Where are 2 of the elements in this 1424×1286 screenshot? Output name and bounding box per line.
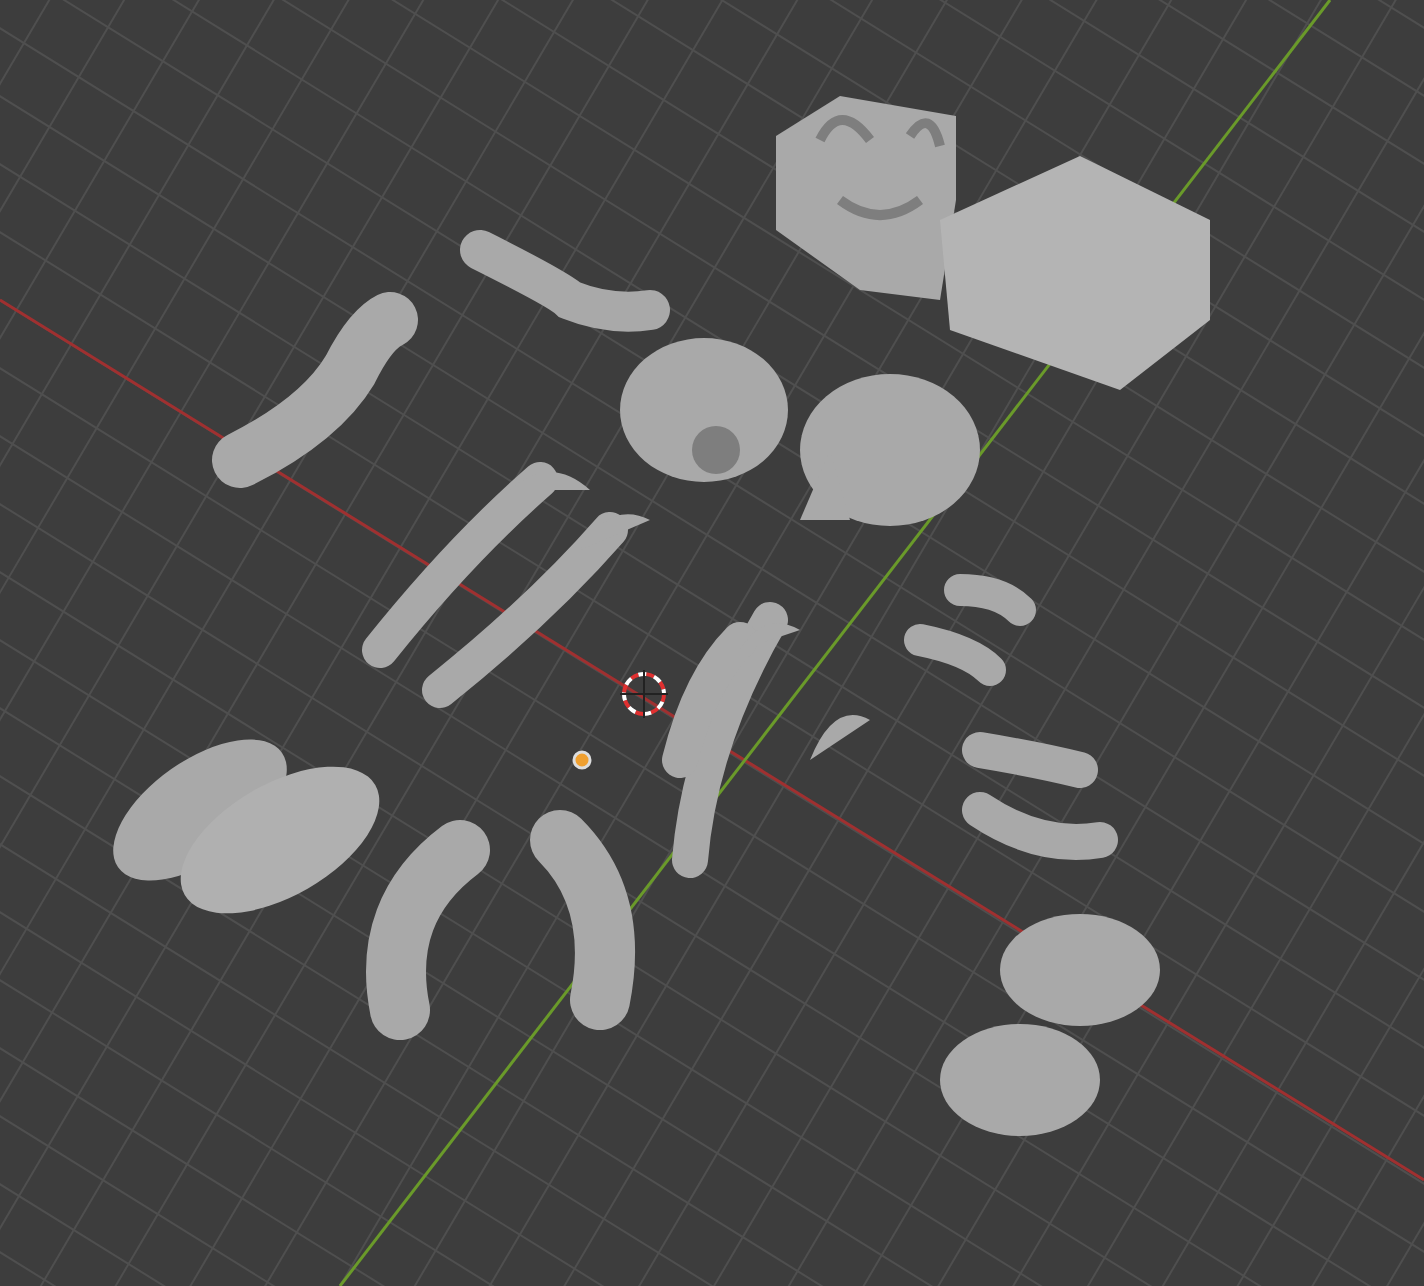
3d-viewport[interactable] — [0, 0, 1424, 1286]
crosshair-icon[interactable] — [619, 669, 669, 719]
